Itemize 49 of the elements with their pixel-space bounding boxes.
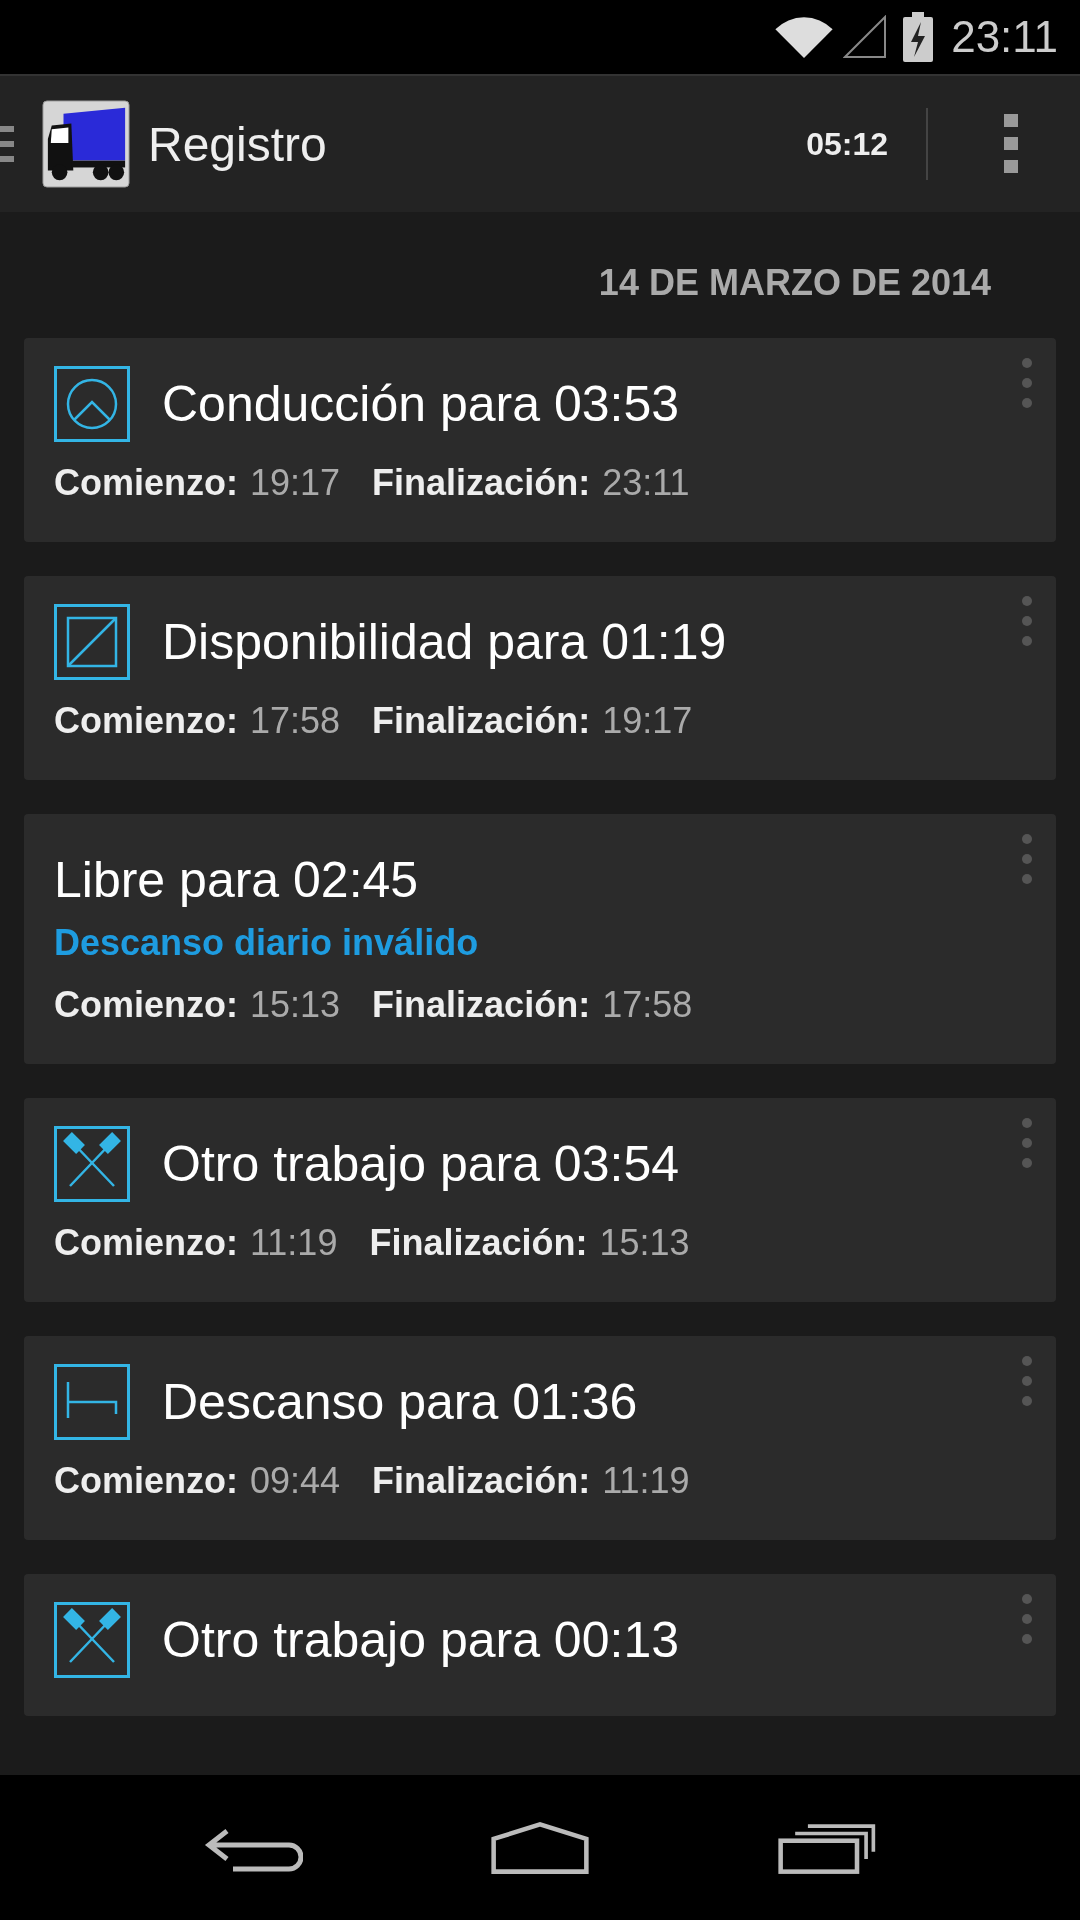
screen-title: Registro [148, 116, 328, 172]
wifi-icon [775, 16, 834, 58]
entry-title: Otro trabajo para 00:13 [162, 1611, 679, 1670]
entry-title: Conducción para 03:53 [162, 375, 680, 434]
end-label: Finalización: [372, 462, 591, 504]
truck-icon[interactable] [42, 100, 130, 188]
start-label: Comienzo: [54, 1460, 238, 1502]
end-label: Finalización: [372, 984, 591, 1026]
start-label: Comienzo: [54, 462, 238, 504]
end-time: 15:13 [599, 1222, 690, 1264]
bed-icon [54, 1364, 130, 1440]
start-time: 11:19 [250, 1222, 338, 1264]
start-label: Comienzo: [54, 984, 238, 1026]
end-time: 17:58 [602, 984, 693, 1026]
battery-charging-icon [903, 12, 934, 62]
end-label: Finalización: [372, 700, 591, 742]
home-icon[interactable] [490, 1819, 590, 1876]
log-entry-card[interactable]: Libre para 02:45 Descanso diario inválido Comienzo: 15:13 Finalización: 17:58 [24, 814, 1056, 1064]
steering-wheel-icon [54, 366, 130, 442]
entry-title: Descanso para 01:36 [162, 1373, 638, 1432]
log-entry-card[interactable]: Conducción para 03:53 Comienzo: 19:17 Finalización: 23:11 [24, 338, 1056, 542]
end-label: Finalización: [369, 1222, 588, 1264]
log-entry-card[interactable]: Otro trabajo para 00:13 [24, 1574, 1056, 1716]
signal-icon [843, 15, 888, 59]
end-time: 23:11 [602, 462, 690, 504]
crossed-hammers-icon [54, 1126, 130, 1202]
log-entry-card[interactable]: Otro trabajo para 03:54 Comienzo: 11:19 Finalización: 15:13 [24, 1098, 1056, 1302]
start-time: 09:44 [250, 1460, 341, 1502]
log-entry-card[interactable]: Descanso para 01:36 Comienzo: 09:44 Finalización: 11:19 [24, 1336, 1056, 1540]
end-label: Finalización: [372, 1460, 591, 1502]
entry-title: Disponibilidad para 01:19 [162, 613, 727, 672]
start-label: Comienzo: [54, 700, 238, 742]
start-label: Comienzo: [54, 1222, 238, 1264]
entry-title: Libre para 02:45 [54, 851, 419, 910]
start-time: 17:58 [250, 700, 341, 742]
timer-text: 05:12 [806, 108, 928, 180]
end-time: 11:19 [602, 1460, 690, 1502]
date-header: 14 DE MARZO DE 2014 [597, 261, 992, 304]
status-time: 23:11 [951, 12, 1058, 62]
diagonal-square-icon [54, 604, 130, 680]
crossed-hammers-icon [54, 1602, 130, 1678]
warning-text: Descanso diario inválido [54, 922, 480, 964]
start-time: 19:17 [250, 462, 341, 504]
log-entry-card[interactable]: Disponibilidad para 01:19 Comienzo: 17:58 Finalización: 19:17 [24, 576, 1056, 780]
start-time: 15:13 [250, 984, 341, 1026]
overflow-menu-icon[interactable] [1004, 114, 1018, 174]
entry-title: Otro trabajo para 03:54 [162, 1135, 679, 1194]
end-time: 19:17 [602, 700, 693, 742]
drawer-menu-icon[interactable] [0, 124, 14, 164]
